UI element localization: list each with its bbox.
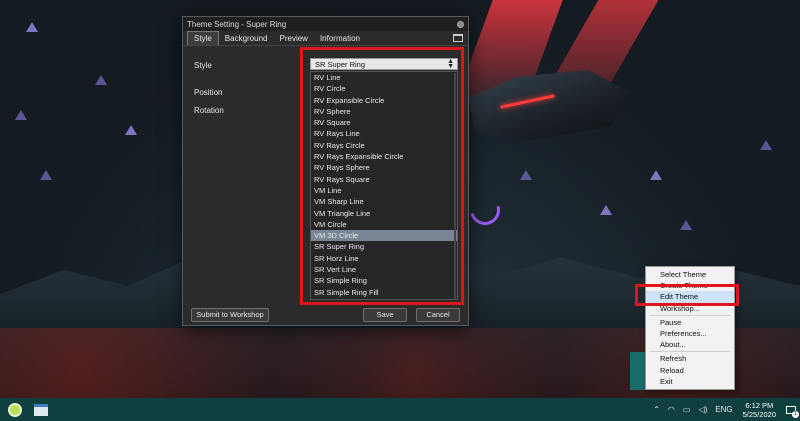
wallpaper-triangle <box>680 220 692 230</box>
style-option[interactable]: RV Circle <box>311 83 457 94</box>
wallpaper-purple-arc <box>464 189 506 231</box>
style-option[interactable]: RV Expansible Circle <box>311 95 457 106</box>
dialog-titlebar[interactable]: Theme Setting - Super Ring <box>183 17 468 31</box>
style-option[interactable]: VM Line <box>311 185 457 196</box>
clock-date: 5/25/2020 <box>742 409 776 419</box>
style-select-value: SR Super Ring <box>315 60 366 69</box>
style-label: Style <box>194 61 212 70</box>
context-menu-separator <box>650 351 730 353</box>
style-option[interactable]: VM Triangle Line <box>311 208 457 219</box>
context-menu-item[interactable]: Pause <box>646 317 734 328</box>
tray-context-menu: Select Theme Create Theme Edit Theme Worksh… <box>645 266 735 390</box>
context-menu-item[interactable]: Edit Theme <box>646 291 734 303</box>
context-menu-item[interactable]: Exit <box>646 376 734 387</box>
wallpaper-triangle <box>125 125 137 135</box>
save-button[interactable]: Save <box>363 308 407 322</box>
wallpaper-triangle <box>760 140 772 150</box>
taskbar-app-window[interactable] <box>30 401 52 419</box>
clock-time: 6:12 PM <box>745 400 774 410</box>
theme-setting-dialog: Theme Setting - Super Ring Style Backgro… <box>182 16 469 326</box>
volume-icon[interactable]: ◁) <box>698 405 707 414</box>
notification-center-button[interactable]: 1 <box>782 398 800 421</box>
list-scrollbar[interactable] <box>454 73 456 299</box>
clock[interactable]: 6:12 PM 5/25/2020 <box>743 401 776 419</box>
dialog-title: Theme Setting - Super Ring <box>187 19 287 29</box>
wallpaper-triangle <box>600 205 612 215</box>
style-option[interactable]: RV Rays Square <box>311 174 457 185</box>
dialog-tabs: Style Background Preview Information <box>183 31 468 46</box>
language-indicator[interactable]: ENG <box>715 405 732 414</box>
style-option[interactable]: RV Rays Expansible Circle <box>311 151 457 162</box>
cancel-button[interactable]: Cancel <box>416 308 460 322</box>
context-menu-item[interactable]: Create Theme <box>646 280 734 291</box>
wallpaper-triangle <box>95 75 107 85</box>
taskbar: ⌃ ◠ ▭ ◁) ENG 6:12 PM 5/25/2020 1 <box>0 398 800 421</box>
tab-information[interactable]: Information <box>314 32 366 45</box>
battery-icon[interactable]: ▭ <box>683 405 691 414</box>
system-tray: ⌃ ◠ ▭ ◁) ENG 6:12 PM 5/25/2020 1 <box>649 398 800 421</box>
style-option[interactable]: VM Circle <box>311 219 457 230</box>
context-menu-item[interactable]: Reload <box>646 365 734 376</box>
style-option[interactable]: RV Rays Circle <box>311 140 457 151</box>
context-menu-separator <box>650 314 730 316</box>
app-window-icon <box>34 403 48 416</box>
rotation-label: Rotation <box>194 106 224 115</box>
folder-icon[interactable] <box>453 34 463 42</box>
style-option[interactable]: VM 3D Circle <box>311 230 457 242</box>
wallpaper-triangle <box>40 170 52 180</box>
style-option[interactable]: VM Sharp Line <box>311 196 457 207</box>
tab-background[interactable]: Background <box>219 32 274 45</box>
updown-arrow-icon: ▲ ▼ <box>447 58 454 70</box>
tab-style[interactable]: Style <box>187 31 219 45</box>
context-menu-item[interactable]: About... <box>646 339 734 350</box>
submit-to-workshop-button[interactable]: Submit to Workshop <box>191 308 269 322</box>
context-menu-item[interactable]: Refresh <box>646 353 734 364</box>
wallpaper-triangle <box>15 110 27 120</box>
context-menu-item[interactable]: Workshop... <box>646 303 734 314</box>
style-option[interactable]: RV Square <box>311 117 457 128</box>
app-circle-icon <box>8 402 22 417</box>
context-menu-item[interactable]: Select Theme <box>646 269 734 280</box>
style-option[interactable]: RV Rays Sphere <box>311 162 457 173</box>
close-icon[interactable] <box>457 20 464 28</box>
position-label: Position <box>194 88 223 97</box>
wifi-icon[interactable]: ◠ <box>668 405 675 414</box>
tab-preview[interactable]: Preview <box>274 32 314 45</box>
style-option[interactable]: RV Sphere <box>311 106 457 117</box>
wallpaper-triangle <box>520 170 532 180</box>
style-options-list[interactable]: RV Line RV Circle RV Expansible Circle RV S… <box>310 71 458 300</box>
notification-count-badge: 1 <box>792 411 799 418</box>
wallpaper-triangle <box>26 22 38 32</box>
style-option[interactable]: SR Horz Line <box>311 253 457 264</box>
context-menu-item[interactable]: Preferences... <box>646 328 734 339</box>
taskbar-app-circle[interactable] <box>4 401 26 419</box>
style-option[interactable]: SR Vert Line <box>311 264 457 275</box>
wallpaper-triangle <box>650 170 662 180</box>
chevron-up-icon[interactable]: ⌃ <box>653 405 660 414</box>
style-option[interactable]: RV Rays Line <box>311 128 457 139</box>
style-option[interactable]: SR Simple Ring Fill <box>311 287 457 298</box>
style-option[interactable]: SR Simple Ring <box>311 275 457 286</box>
style-option[interactable]: SR Super Ring <box>311 241 457 252</box>
style-select[interactable]: SR Super Ring ▲ ▼ <box>310 58 458 70</box>
style-option[interactable]: RV Line <box>311 72 457 83</box>
